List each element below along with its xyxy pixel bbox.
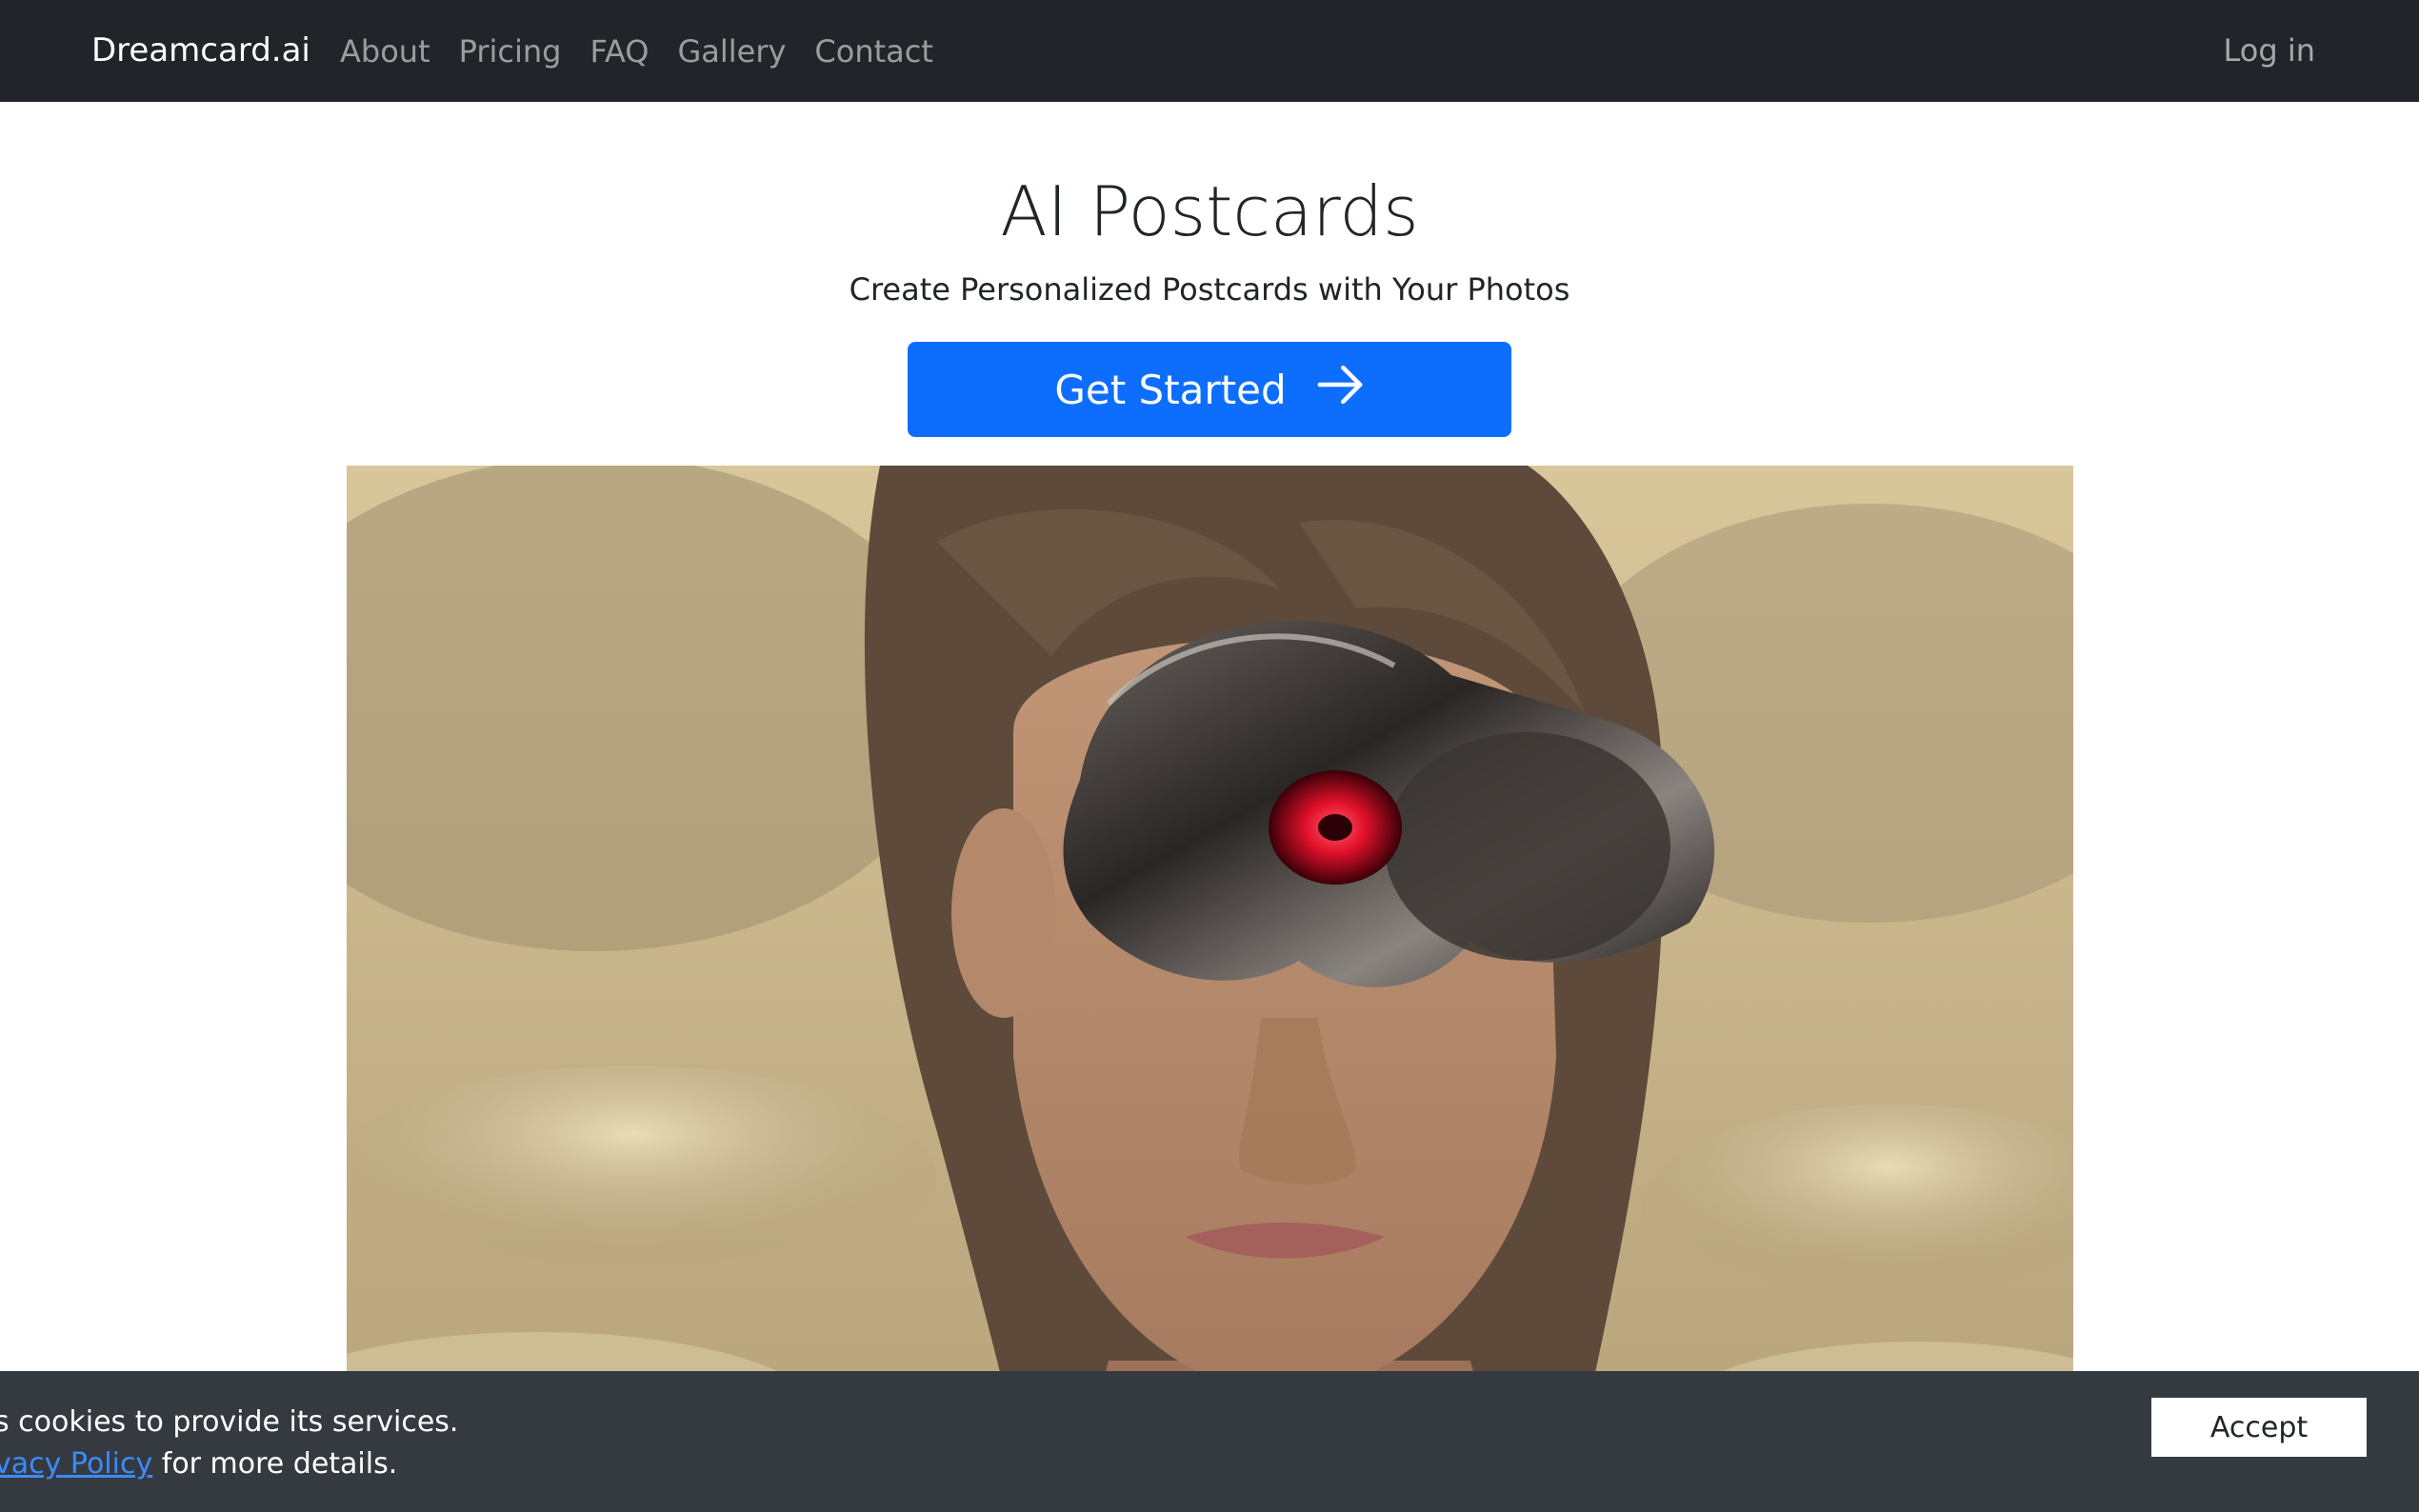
cookie-message: s cookies to provide its services. [0,1405,459,1439]
arrow-right-icon [1315,360,1365,419]
cookie-consent-bar: s cookies to provide its services. vacy … [0,1371,2419,1512]
nav-link-about[interactable]: About [340,33,430,70]
accept-cookies-button[interactable]: Accept [2151,1398,2367,1457]
brand-logo-link[interactable]: Dreamcard.ai [91,0,310,102]
nav-link-faq[interactable]: FAQ [590,33,649,70]
page-subtitle: Create Personalized Postcards with Your … [849,271,1570,308]
nav-links: About Pricing FAQ Gallery Contact [340,0,962,102]
cookie-details-text: for more details. [152,1447,398,1481]
login-link[interactable]: Log in [2224,0,2316,102]
nav-link-gallery[interactable]: Gallery [677,33,786,70]
get-started-label: Get Started [1054,366,1287,413]
page-title: AI Postcards [1000,171,1419,251]
top-navbar: Dreamcard.ai About Pricing FAQ Gallery C… [0,0,2419,102]
privacy-policy-link[interactable]: vacy Policy [0,1447,152,1481]
hero-portrait-image [347,466,2073,1512]
get-started-button[interactable]: Get Started [908,342,1511,437]
cookie-details: vacy Policy for more details. [0,1445,397,1483]
nav-link-contact[interactable]: Contact [814,33,933,70]
nav-link-pricing[interactable]: Pricing [459,33,562,70]
